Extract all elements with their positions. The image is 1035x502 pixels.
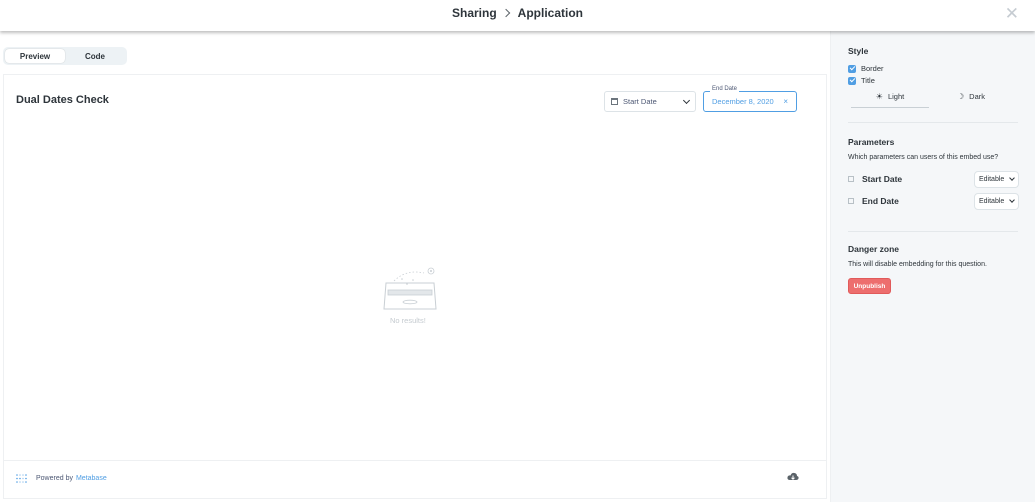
checkbox-checked-icon	[848, 76, 856, 85]
parameter-mode-value: Editable	[979, 175, 1005, 183]
tab-preview[interactable]: Preview	[5, 49, 65, 63]
start-date-filter[interactable]: Start Date	[604, 91, 696, 112]
parameters-description: Which parameters can users of this embed…	[848, 154, 999, 161]
chevron-right-icon	[501, 8, 510, 17]
breadcrumb-application: Application	[517, 5, 583, 20]
embed-preview-card: Dual Dates Check Start Date End Date Dec…	[3, 74, 827, 499]
danger-zone-title: Danger zone	[848, 244, 900, 254]
parameter-name: Start Date	[862, 174, 903, 184]
end-date-legend: End Date	[710, 86, 740, 92]
end-date-value: December 8, 2020	[712, 97, 774, 106]
clear-icon[interactable]: ×	[783, 97, 788, 106]
title-checkbox[interactable]: Title	[848, 76, 875, 85]
border-label: Border	[861, 64, 884, 73]
download-icon[interactable]	[787, 472, 799, 482]
metabase-link[interactable]: Metabase	[76, 475, 107, 482]
preview-area: Preview Code Dual Dates Check Start Date…	[0, 31, 830, 502]
sun-icon: ☀	[875, 92, 883, 101]
parameter-mode-select[interactable]: Editable	[974, 170, 1019, 188]
theme-dark-label: Dark	[969, 92, 985, 101]
chevron-down-icon	[1009, 196, 1015, 203]
checkbox-checked-icon	[848, 64, 856, 73]
end-date-filter[interactable]: End Date December 8, 2020 ×	[703, 86, 797, 112]
start-date-placeholder: Start Date	[623, 97, 657, 106]
no-results-text: No results!	[390, 316, 426, 325]
divider	[848, 122, 1018, 123]
tab-code[interactable]: Code	[65, 49, 125, 63]
close-icon[interactable]: ✕	[1005, 4, 1019, 24]
parameter-row-end-date: End Date Editable	[848, 192, 1019, 210]
calendar-icon	[611, 98, 618, 105]
title-label: Title	[861, 76, 875, 85]
danger-zone-description: This will disable embedding for this que…	[848, 261, 987, 268]
moon-icon: ☽	[956, 92, 965, 101]
empty-box-icon	[383, 267, 437, 310]
theme-light-option[interactable]: ☀ Light	[851, 92, 929, 108]
modal-header: Sharing Application ✕	[0, 0, 1035, 31]
view-toggle: Preview Code	[3, 47, 127, 65]
chevron-down-icon	[682, 96, 691, 104]
theme-light-label: Light	[887, 92, 905, 101]
powered-by-label: Powered by	[36, 475, 73, 482]
footer-divider	[4, 460, 826, 461]
border-checkbox[interactable]: Border	[848, 64, 884, 73]
powered-by: Powered by Metabase	[16, 474, 107, 483]
calendar-icon	[848, 198, 854, 204]
question-title: Dual Dates Check	[16, 94, 109, 106]
embed-settings-sidebar: Style Border Title ☀ Light ☽ Dark Parame…	[830, 31, 1035, 502]
breadcrumb-sharing[interactable]: Sharing	[452, 6, 497, 20]
parameters-title: Parameters	[848, 137, 895, 147]
calendar-icon	[848, 176, 854, 182]
chevron-down-icon	[1009, 174, 1015, 181]
parameter-row-start-date: Start Date Editable	[848, 170, 1019, 188]
parameter-mode-value: Editable	[979, 197, 1005, 205]
parameter-name: End Date	[862, 196, 899, 206]
divider	[848, 231, 1018, 232]
style-title: Style	[848, 46, 869, 56]
theme-dark-option[interactable]: ☽ Dark	[931, 92, 1011, 107]
unpublish-button[interactable]: Unpublish	[848, 278, 891, 294]
parameter-mode-select[interactable]: Editable	[974, 192, 1019, 210]
breadcrumb: Sharing Application	[452, 6, 583, 20]
metabase-logo-icon	[16, 474, 27, 483]
